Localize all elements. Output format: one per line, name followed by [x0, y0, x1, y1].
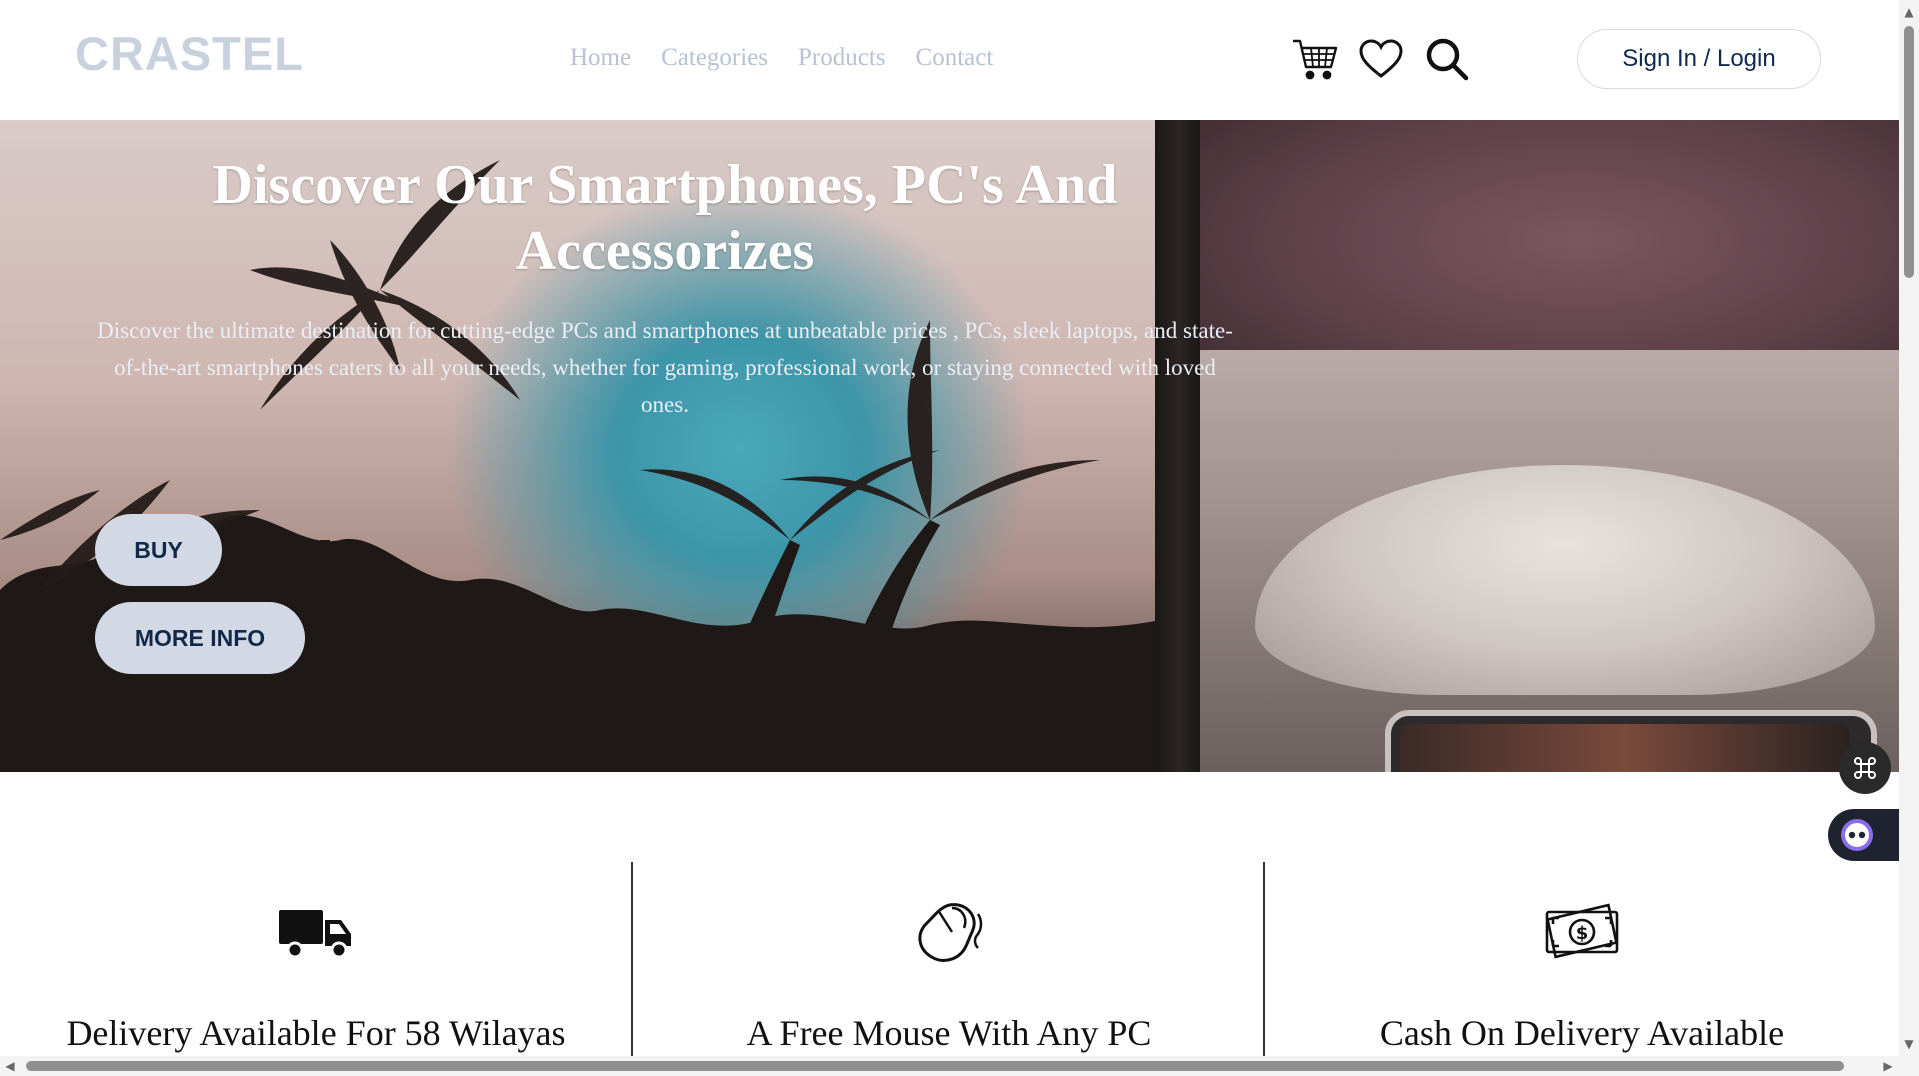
heart-icon[interactable]: [1356, 34, 1406, 84]
scroll-down-arrow-icon[interactable]: ▼: [1903, 1038, 1915, 1050]
assistant-widget-button[interactable]: [1828, 809, 1899, 861]
horizontal-scroll-thumb[interactable]: [26, 1061, 1844, 1071]
feature-delivery-label: Delivery Available For 58 Wilayas: [66, 1013, 566, 1053]
feature-divider: [1263, 862, 1265, 1056]
feature-cash-on-delivery: $ Cash On Delivery Available: [1266, 862, 1898, 1056]
command-icon: [1854, 757, 1876, 779]
vertical-scrollbar[interactable]: ▲ ▼: [1899, 0, 1919, 1056]
assistant-bot-icon: [1841, 819, 1873, 851]
features-section: Delivery Available For 58 Wilayas A Free…: [0, 862, 1899, 1056]
scroll-right-arrow-icon[interactable]: ▶: [1882, 1059, 1894, 1073]
sign-in-button[interactable]: Sign In / Login: [1577, 29, 1821, 89]
buy-button[interactable]: BUY: [95, 514, 222, 586]
more-info-button[interactable]: MORE INFO: [95, 602, 305, 674]
nav-link-categories[interactable]: Categories: [661, 44, 768, 72]
scroll-left-arrow-icon[interactable]: ◀: [4, 1059, 16, 1073]
search-icon[interactable]: [1422, 34, 1472, 84]
header-icons: [1290, 34, 1472, 84]
main-nav: Home Categories Products Contact: [570, 44, 993, 72]
vertical-scroll-thumb[interactable]: [1904, 26, 1914, 278]
nav-link-home[interactable]: Home: [570, 44, 631, 72]
hero-subtitle: Discover the ultimate destination for cu…: [97, 318, 1233, 417]
svg-text:$: $: [1576, 923, 1589, 944]
feature-delivery: Delivery Available For 58 Wilayas: [0, 862, 632, 1056]
hero-phone-screen: [1400, 724, 1850, 772]
site-logo[interactable]: CRASTEL: [75, 26, 304, 81]
nav-link-products[interactable]: Products: [798, 44, 886, 72]
feature-cash-label: Cash On Delivery Available: [1379, 1013, 1785, 1053]
hero-title: Discover Our Smartphones, PC's And Acces…: [212, 154, 1118, 282]
command-widget-button[interactable]: [1839, 742, 1891, 794]
scrollbar-corner: [1899, 1056, 1919, 1076]
mouse-icon: [918, 903, 983, 962]
horizontal-scrollbar[interactable]: ◀ ▶: [0, 1056, 1899, 1076]
nav-link-contact[interactable]: Contact: [916, 44, 994, 72]
site-header: CRASTEL Home Categories Products Contact: [0, 0, 1899, 120]
feature-free-mouse-label: A Free Mouse With Any PC: [746, 1013, 1152, 1053]
feature-divider: [631, 862, 633, 1056]
feature-free-mouse: A Free Mouse With Any PC: [633, 862, 1265, 1056]
cart-icon[interactable]: [1290, 34, 1340, 84]
scroll-up-arrow-icon[interactable]: ▲: [1903, 6, 1915, 18]
cash-icon: $: [1545, 903, 1619, 959]
truck-icon: [279, 910, 351, 959]
